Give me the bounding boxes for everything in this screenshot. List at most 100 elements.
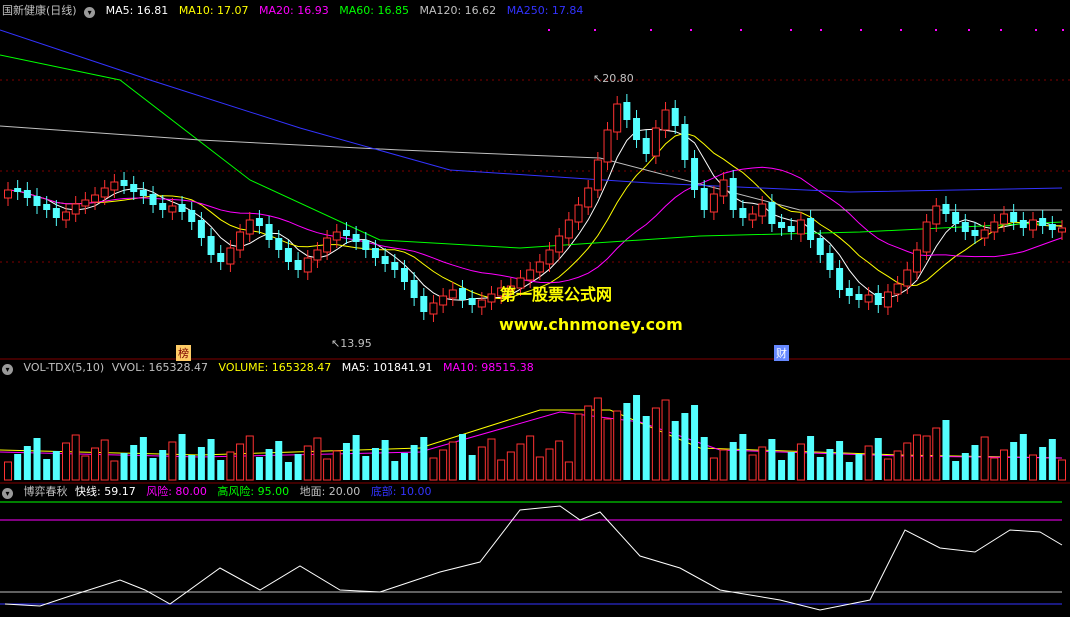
candle-body bbox=[999, 213, 1008, 225]
volume-bar bbox=[1039, 447, 1047, 480]
volume-bar bbox=[1028, 454, 1037, 481]
candle-body bbox=[1010, 212, 1018, 222]
candle-body bbox=[1019, 220, 1027, 228]
volume-bar bbox=[236, 443, 245, 481]
volume-bar bbox=[633, 395, 641, 480]
ma60-line bbox=[0, 54, 1063, 249]
volume-bar bbox=[874, 438, 882, 480]
volume-bar bbox=[245, 435, 254, 481]
candle-body bbox=[796, 219, 805, 235]
candle-body bbox=[623, 102, 631, 120]
candle-body bbox=[342, 230, 350, 236]
volume-bar bbox=[497, 459, 506, 481]
candle-body bbox=[942, 204, 950, 214]
volume-bar bbox=[458, 434, 466, 480]
candle-body bbox=[265, 224, 273, 240]
candle-body bbox=[332, 231, 341, 241]
volume-bar bbox=[564, 461, 573, 481]
signal-dot bbox=[650, 29, 652, 31]
candle-body bbox=[729, 178, 737, 210]
candle-body bbox=[874, 293, 882, 305]
volume-bar bbox=[574, 413, 583, 481]
candle-body bbox=[139, 190, 147, 196]
candle-body bbox=[477, 299, 486, 308]
volume-bar bbox=[826, 449, 834, 480]
candle-body bbox=[1028, 219, 1037, 231]
candle-body bbox=[768, 202, 776, 224]
volume-bar bbox=[362, 456, 370, 480]
volume-bar bbox=[719, 449, 728, 481]
volume-bar bbox=[845, 462, 853, 480]
signal-dot bbox=[790, 29, 792, 31]
volume-bar bbox=[294, 454, 302, 480]
volume-bar bbox=[796, 443, 805, 481]
volume-bar bbox=[226, 451, 235, 481]
volume-bar bbox=[159, 450, 167, 480]
candle-body bbox=[855, 294, 863, 300]
volume-bar bbox=[691, 405, 699, 480]
volume-bar bbox=[516, 443, 525, 481]
ma250-line bbox=[0, 29, 1063, 193]
volume-bar bbox=[681, 413, 689, 480]
candle-body bbox=[1039, 218, 1047, 226]
candle-body bbox=[526, 269, 535, 281]
candle-body bbox=[207, 236, 215, 255]
candle-body bbox=[593, 159, 602, 191]
event-tag-finance[interactable]: 财 bbox=[774, 345, 789, 361]
candle-body bbox=[352, 234, 360, 242]
candle-body bbox=[922, 221, 931, 253]
volume-bar bbox=[816, 457, 824, 480]
candle-body bbox=[284, 248, 292, 262]
volume-bar bbox=[836, 441, 844, 480]
candle-body bbox=[294, 260, 302, 270]
candle-body bbox=[91, 194, 100, 203]
signal-dot bbox=[690, 29, 692, 31]
volume-bar bbox=[729, 442, 737, 480]
candle-body bbox=[613, 103, 622, 133]
volume-bar bbox=[883, 458, 892, 481]
candle-body bbox=[168, 205, 177, 213]
volume-bar bbox=[1010, 442, 1018, 480]
volume-bar bbox=[535, 456, 544, 481]
candle-body bbox=[245, 219, 254, 235]
candle-body bbox=[448, 289, 457, 299]
volume-bar bbox=[912, 434, 921, 481]
volume-bar bbox=[265, 449, 273, 480]
volume-bar bbox=[758, 446, 767, 481]
volume-bar bbox=[555, 440, 564, 481]
volume-bar bbox=[217, 460, 225, 480]
candle-body bbox=[487, 293, 496, 303]
candle-body bbox=[864, 294, 873, 303]
volume-bar bbox=[642, 416, 650, 480]
volume-bar bbox=[313, 437, 322, 481]
candle-body bbox=[535, 261, 544, 273]
volume-bar bbox=[584, 405, 593, 481]
volume-bar bbox=[410, 445, 418, 480]
candle-body bbox=[651, 127, 660, 157]
event-tag-rank[interactable]: 榜 bbox=[176, 345, 191, 361]
volume-bar bbox=[603, 418, 612, 481]
volume-bar bbox=[4, 461, 12, 481]
volume-bar bbox=[807, 436, 815, 480]
volume-bar bbox=[651, 407, 660, 481]
volume-bar bbox=[303, 445, 312, 481]
candle-body bbox=[178, 204, 186, 212]
signal-dot bbox=[594, 29, 596, 31]
candle-body bbox=[52, 208, 60, 218]
volume-bar bbox=[420, 437, 428, 480]
candle-body bbox=[197, 220, 205, 238]
signal-dot bbox=[1000, 29, 1002, 31]
candle-body bbox=[826, 253, 834, 270]
kline-chart[interactable] bbox=[0, 0, 1070, 617]
high-price-label: ↖20.80 bbox=[593, 72, 634, 85]
candle-body bbox=[149, 194, 157, 205]
candle-body bbox=[990, 221, 999, 233]
candle-body bbox=[807, 218, 815, 240]
candle-body bbox=[120, 180, 128, 186]
candle-body bbox=[836, 268, 844, 290]
candle-body bbox=[545, 249, 554, 265]
candle-body bbox=[303, 257, 312, 273]
volume-bar bbox=[91, 447, 100, 481]
candle-body bbox=[932, 205, 941, 225]
volume-bar bbox=[545, 448, 554, 481]
